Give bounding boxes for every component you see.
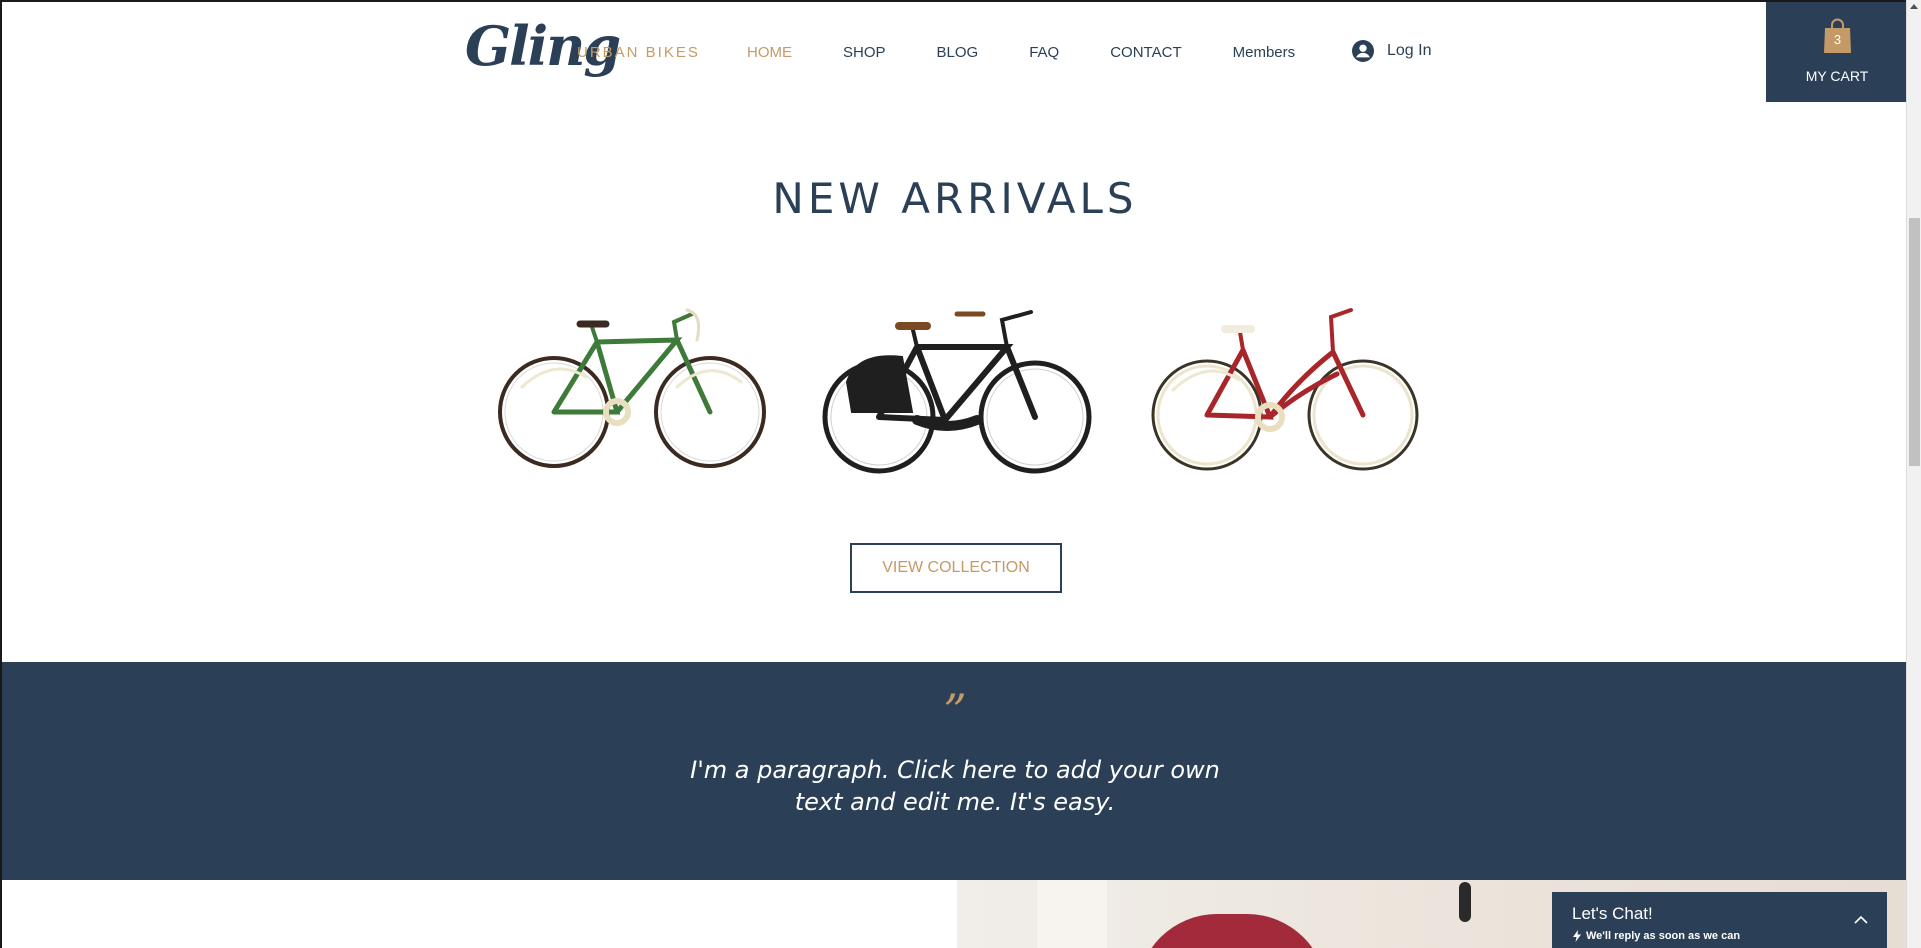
bike-image-black[interactable]	[817, 292, 1097, 482]
red-hat-shape	[1137, 914, 1327, 948]
view-collection-button[interactable]: VIEW COLLECTION	[850, 543, 1062, 593]
bike-image-green[interactable]	[492, 292, 772, 482]
site-header: Gling URBAN BIKES HOME SHOP BLOG FAQ CON…	[2, 2, 1906, 102]
cart-button[interactable]: 3 MY CART	[1766, 2, 1906, 102]
chevron-up-icon[interactable]	[1853, 912, 1869, 928]
quote-mark: ”	[943, 684, 967, 738]
cart-label: MY CART	[1805, 68, 1869, 84]
red-bike-illustration	[1151, 308, 1419, 471]
nav-item-contact[interactable]: CONTACT	[1110, 44, 1181, 61]
bike-image-red[interactable]	[1145, 292, 1425, 482]
testimonial-text[interactable]: I'm a paragraph. Click here to add your …	[2, 754, 1906, 818]
nav-item-members[interactable]: Members	[1233, 44, 1296, 61]
chat-subtitle: We'll reply as soon as we can	[1572, 930, 1740, 942]
chat-subtitle-text: We'll reply as soon as we can	[1586, 930, 1741, 942]
user-avatar-icon	[1352, 40, 1374, 62]
new-arrivals-title: NEW ARRIVALS	[772, 174, 1138, 223]
testimonial-line-2: text and edit me. It's easy.	[794, 788, 1116, 816]
login-button[interactable]: Log In	[1352, 40, 1431, 62]
cart-count: 3	[1833, 32, 1842, 47]
nav-item-shop[interactable]: SHOP	[843, 44, 886, 61]
testimonial-section: ” I'm a paragraph. Click here to add you…	[2, 662, 1906, 880]
nav-item-blog[interactable]: BLOG	[937, 44, 979, 61]
green-bike-illustration	[498, 308, 766, 468]
photo-highlight	[1037, 880, 1107, 948]
site-tagline: URBAN BIKES	[577, 44, 700, 61]
nav-item-home[interactable]: HOME	[747, 44, 792, 61]
nav-item-faq[interactable]: FAQ	[1029, 44, 1059, 61]
black-bike-illustration	[822, 310, 1092, 474]
chat-widget[interactable]: Let's Chat! We'll reply as soon as we ca…	[1552, 892, 1887, 948]
chat-title: Let's Chat!	[1572, 904, 1653, 923]
scroll-up-arrow-icon[interactable]	[1910, 4, 1918, 9]
testimonial-line-1: I'm a paragraph. Click here to add your …	[690, 756, 1220, 784]
handlebar-shape	[1459, 882, 1471, 922]
page-scrollbar[interactable]	[1906, 0, 1921, 948]
scrollbar-thumb[interactable]	[1909, 218, 1920, 466]
login-label: Log In	[1387, 42, 1432, 59]
lightning-icon	[1573, 930, 1581, 942]
main-nav: HOME SHOP BLOG FAQ CONTACT Members	[747, 44, 1346, 61]
page: Gling URBAN BIKES HOME SHOP BLOG FAQ CON…	[0, 0, 1906, 948]
